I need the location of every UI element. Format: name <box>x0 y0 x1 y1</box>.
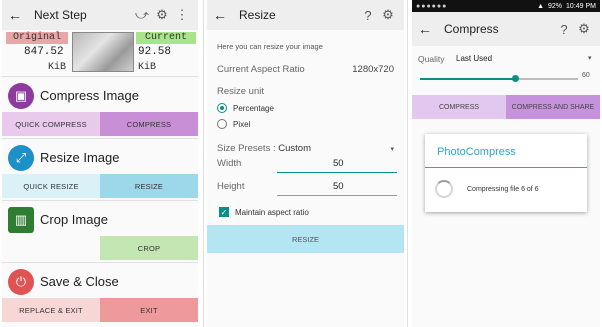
section-title: Crop Image <box>40 212 108 227</box>
status-bar: ●●●●●● ▲ 92% 10:49 PM <box>412 0 600 12</box>
notification-icons: ●●●●●● <box>416 2 448 10</box>
maintain-aspect-checkbox[interactable]: ✓ Maintain aspect ratio <box>219 207 309 217</box>
presets-value: Custom <box>278 143 311 154</box>
section-title: Compress Image <box>40 88 139 103</box>
quality-dropdown[interactable]: Last Used <box>456 54 492 63</box>
radio-unselected-icon <box>217 119 227 129</box>
dialog-title: PhotoCompress <box>437 146 516 158</box>
radio-label: Pixel <box>233 119 251 129</box>
back-arrow-icon[interactable]: ← <box>213 7 231 23</box>
overflow-menu-icon[interactable]: ⋮ <box>172 7 192 23</box>
quick-compress-button[interactable]: QUICK COMPRESS <box>2 112 100 136</box>
resize-icon: ⤢ <box>8 145 34 171</box>
height-input[interactable]: 50 <box>333 181 344 192</box>
help-icon[interactable]: ? <box>358 8 378 23</box>
compress-button[interactable]: COMPRESS <box>100 112 198 136</box>
page-title: Compress <box>444 22 499 36</box>
battery-level: 92% <box>548 2 563 10</box>
section-title: Save & Close <box>40 274 119 289</box>
width-input[interactable]: 50 <box>333 158 344 169</box>
clock: 10:49 PM <box>566 2 596 10</box>
replace-exit-button[interactable]: REPLACE & EXIT <box>2 298 100 322</box>
back-arrow-icon[interactable]: ← <box>418 21 436 37</box>
maintain-aspect-label: Maintain aspect ratio <box>235 207 309 217</box>
exit-button[interactable]: EXIT <box>100 298 198 322</box>
radio-pixel[interactable]: Pixel <box>217 119 394 129</box>
page-title: Resize <box>239 8 276 22</box>
divider <box>203 0 204 327</box>
crop-icon: ▥ <box>8 207 34 233</box>
loading-spinner-icon <box>435 180 453 198</box>
divider <box>407 0 408 327</box>
original-label: Original <box>6 32 68 44</box>
current-label: Current <box>136 32 196 44</box>
compress-icon: ▣ <box>8 83 34 109</box>
share-icon[interactable]: ⤻ <box>132 7 152 23</box>
checkmark-icon: ✓ <box>219 207 229 217</box>
power-icon: ⏻ <box>8 269 34 295</box>
aspect-ratio-label: Current Aspect Ratio <box>217 64 305 75</box>
resize-button[interactable]: RESIZE <box>100 174 198 198</box>
crop-button[interactable]: CROP <box>100 236 198 260</box>
image-preview[interactable] <box>72 32 134 72</box>
compress-section: ▣ Compress Image QUICK COMPRESS COMPRESS <box>2 76 198 138</box>
dialog-divider <box>425 167 587 168</box>
page-title: Next Step <box>34 8 87 22</box>
resize-section: ⤢ Resize Image QUICK RESIZE RESIZE <box>2 138 198 200</box>
resize-hint: Here you can resize your image <box>217 42 323 51</box>
resize-screen: ← Resize ? ⚙ Here you can resize your im… <box>207 0 404 327</box>
size-comparison: Original 847.52 KiB Current 92.58 KiB <box>2 32 198 76</box>
progress-dialog: PhotoCompress Compressing file 6 of 6 <box>425 134 587 212</box>
save-close-section: ⏻ Save & Close REPLACE & EXIT EXIT <box>2 262 198 324</box>
app-bar: ← Resize ? ⚙ <box>207 0 404 30</box>
current-unit: KiB <box>138 62 157 73</box>
dropdown-arrow-icon: ▾ <box>588 55 592 62</box>
crop-section: ▥ Crop Image CROP <box>2 200 198 262</box>
aspect-ratio-value: 1280x720 <box>352 64 394 75</box>
radio-percentage[interactable]: Percentage <box>217 103 394 113</box>
gear-icon[interactable]: ⚙ <box>378 7 398 23</box>
quality-label: Quality <box>418 54 445 64</box>
app-bar: ← Next Step ⤻ ⚙ ⋮ <box>2 0 198 30</box>
empty-slot <box>2 236 100 260</box>
width-label: Width <box>217 158 242 169</box>
help-icon[interactable]: ? <box>554 22 574 37</box>
dialog-message: Compressing file 6 of 6 <box>467 186 539 193</box>
quality-slider-value: 60 <box>582 72 590 79</box>
current-size: 92.58 <box>138 46 172 58</box>
gear-icon[interactable]: ⚙ <box>574 21 594 37</box>
section-title: Resize Image <box>40 150 120 165</box>
dropdown-arrow-icon: ▾ <box>390 145 394 153</box>
quality-slider-knob[interactable] <box>512 75 519 82</box>
app-bar: ← Compress ? ⚙ <box>412 12 600 46</box>
back-arrow-icon[interactable]: ← <box>8 7 26 23</box>
radio-selected-icon <box>217 103 227 113</box>
original-unit: KiB <box>48 62 67 73</box>
size-presets-dropdown[interactable]: Size Presets : Custom ▾ <box>217 143 394 154</box>
quick-resize-button[interactable]: QUICK RESIZE <box>2 174 100 198</box>
resize-button[interactable]: RESIZE <box>207 225 404 253</box>
original-size: 847.52 <box>24 46 64 58</box>
width-underline <box>277 172 397 173</box>
resize-unit-label: Resize unit <box>217 86 264 97</box>
radio-label: Percentage <box>233 103 274 113</box>
next-step-screen: ← Next Step ⤻ ⚙ ⋮ Original 847.52 KiB Cu… <box>2 0 198 327</box>
compress-button[interactable]: COMPRESS <box>412 95 506 119</box>
quality-slider-fill <box>420 78 515 80</box>
signal-icon: ▲ <box>537 2 545 10</box>
compress-and-share-button[interactable]: COMPRESS AND SHARE <box>506 95 600 119</box>
gear-icon[interactable]: ⚙ <box>152 7 172 23</box>
presets-label: Size Presets : <box>217 143 276 154</box>
compress-screen: ●●●●●● ▲ 92% 10:49 PM ← Compress ? ⚙ Qua… <box>412 0 600 327</box>
height-underline <box>277 195 397 196</box>
height-label: Height <box>217 181 245 192</box>
